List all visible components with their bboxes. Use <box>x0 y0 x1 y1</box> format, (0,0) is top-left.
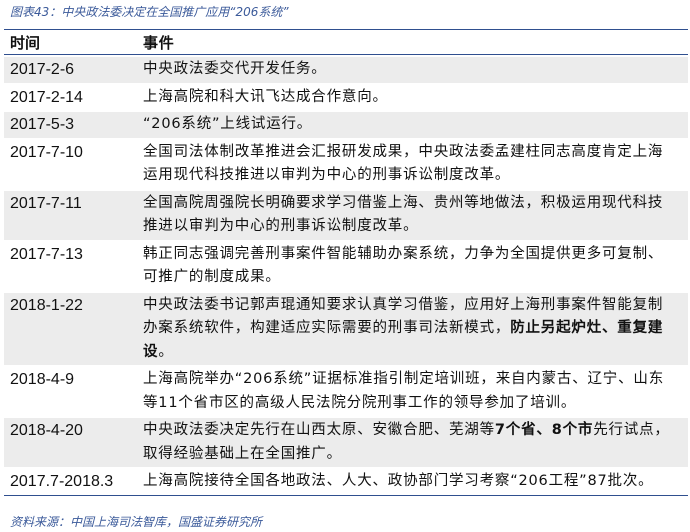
row-date: 2017-7-10 <box>10 143 83 161</box>
row-date: 2017-7-13 <box>10 245 83 263</box>
text: 全国高院周强院长明确要求学习借鉴上海、贵州等地做法，积极运用现代科技推进以审判为… <box>143 194 664 235</box>
bold-text: 7个省、8个市 <box>494 422 594 438</box>
row-event: 上海高院举办“206系统”证据标准指引制定培训班，来自内蒙古、辽宁、山东等11个… <box>143 368 688 415</box>
row-event: 韩正同志强调完善刑事案件智能辅助办案系统，力争为全国提供更多可复制、可推广的制度… <box>143 243 688 290</box>
row-date: 2017-2-6 <box>10 61 75 78</box>
row-date: 2018-1-22 <box>10 296 83 314</box>
row-event: 中央政法委书记郭声琨通知要求认真学习借鉴，应用好上海刑事案件智能复制办案系统软件… <box>143 294 688 365</box>
table-row: 2017-7-11 全国高院周强院长明确要求学习借鉴上海、贵州等地做法，积极运用现… <box>4 190 688 240</box>
row-event: “206系统”上线试运行。 <box>143 113 688 137</box>
row-date: 2017-5-3 <box>10 116 75 133</box>
events-table: 时间 事件 2017-2-6 中央政法委交代开发任务。 2017-2-14 上海高院和… <box>4 29 688 496</box>
text: 。 <box>158 343 174 360</box>
text: 上海高院和科大讯飞达成合作意向。 <box>143 88 388 105</box>
table-row: 2017-7-13 韩正同志强调完善刑事案件智能辅助办案系统，力争为全国提供更多可… <box>4 242 688 291</box>
table-row: 2018-1-22 中央政法委书记郭声琨通知要求认真学习借鉴，应用好上海刑事案件智… <box>4 292 688 365</box>
table-row: 2017-5-3 “206系统”上线试运行。 <box>4 112 688 138</box>
text: “206系统”上线试运行。 <box>143 116 313 132</box>
row-date: 2018-4-9 <box>10 371 75 388</box>
row-date: 2017-7-11 <box>10 194 82 212</box>
row-date: 2018-4-20 <box>10 422 83 439</box>
row-event: 中央政法委决定先行在山西太原、安徽合肥、芜湖等7个省、8个市先行试点，取得经验基… <box>143 419 688 466</box>
row-event: 中央政法委交代开发任务。 <box>143 58 688 82</box>
row-date: 2017.7-2018.3 <box>10 473 114 490</box>
row-event: 上海高院接待全国各地政法、人大、政协部门学习考察“206工程”87批次。 <box>143 470 688 494</box>
text: 韩正同志强调完善刑事案件智能辅助办案系统，力争为全国提供更多可复制、可推广的制度… <box>143 245 664 286</box>
text: 上海高院接待全国各地政法、人大、政协部门学习考察“206工程”87批次。 <box>143 473 654 489</box>
table-row: 2018-4-20 中央政法委决定先行在山西太原、安徽合肥、芜湖等7个省、8个市先… <box>4 418 688 467</box>
text: 全国司法体制改革推进会汇报研发成果，中央政法委孟建柱同志高度肯定上海运用现代科技… <box>143 143 664 184</box>
table-row: 2018-4-9 上海高院举办“206系统”证据标准指引制定培训班，来自内蒙古、辽… <box>4 367 688 416</box>
text: 中央政法委决定先行在山西太原、安徽合肥、芜湖等 <box>143 422 495 438</box>
figure-title: 图表43：中央政法委决定在全国推广应用“206系统” <box>10 5 289 19</box>
row-event: 全国司法体制改革推进会汇报研发成果，中央政法委孟建柱同志高度肯定上海运用现代科技… <box>143 141 688 188</box>
header-event: 事件 <box>143 33 175 52</box>
row-date: 2017-2-14 <box>10 88 83 106</box>
table-header: 时间 事件 <box>4 30 688 55</box>
text: 中央政法委交代开发任务。 <box>143 61 327 77</box>
table-row: 2017-2-6 中央政法委交代开发任务。 <box>4 57 688 83</box>
header-time: 时间 <box>10 33 41 52</box>
text: 上海高院举办“206系统”证据标准指引制定培训班，来自内蒙古、辽宁、山东等11个… <box>143 371 664 411</box>
table-row: 2017-7-10 全国司法体制改革推进会汇报研发成果，中央政法委孟建柱同志高度肯… <box>4 140 688 189</box>
row-event: 全国高院周强院长明确要求学习借鉴上海、贵州等地做法，积极运用现代科技推进以审判为… <box>143 192 688 239</box>
table-row: 2017-2-14 上海高院和科大讯飞达成合作意向。 <box>4 85 688 111</box>
table-row: 2017.7-2018.3 上海高院接待全国各地政法、人大、政协部门学习考察“20… <box>4 469 688 495</box>
row-event: 上海高院和科大讯飞达成合作意向。 <box>143 86 688 110</box>
source-note: 资料来源：中国上海司法智库，国盛证券研究所 <box>10 515 263 529</box>
